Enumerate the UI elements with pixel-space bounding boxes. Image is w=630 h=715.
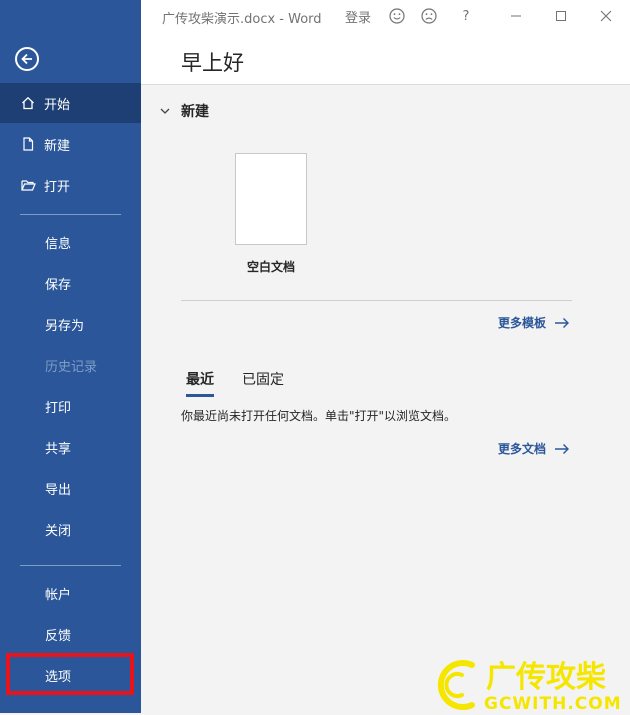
arrow-right-icon (554, 443, 570, 455)
sidebar-divider (20, 214, 121, 215)
more-templates-label: 更多模板 (498, 316, 547, 330)
empty-recent-message: 你最近尚未打开任何文档。单击"打开"以浏览文档。 (181, 409, 457, 423)
back-arrow-icon (21, 53, 32, 65)
section-divider (181, 300, 572, 301)
blank-document-thumbnail[interactable] (235, 153, 307, 245)
maximize-button[interactable] (541, 0, 581, 32)
close-icon (600, 10, 612, 22)
new-section-toggle[interactable]: 新建 (159, 101, 209, 121)
more-documents-link[interactable]: 更多文档 (498, 440, 570, 457)
sidebar-item-save-as[interactable]: 另存为 (0, 304, 141, 344)
new-section-title: 新建 (181, 104, 209, 120)
sidebar-item-label: 关闭 (45, 523, 72, 539)
sidebar-item-label: 信息 (45, 236, 72, 252)
sidebar-item-new[interactable]: 新建 (0, 124, 141, 164)
sidebar-item-feedback[interactable]: 反馈 (0, 614, 141, 654)
watermark-line2: GCWITH.COM (484, 694, 622, 711)
minimize-icon (511, 15, 521, 17)
sidebar-divider (20, 565, 121, 566)
sidebar-item-options[interactable]: 选项 (0, 655, 141, 695)
document-title: 广传攻柴演示.docx - Word (162, 12, 322, 27)
backstage-main: 新建 空白文档 更多模板 最近 已固定 你最近尚未打开任何文档。单击"打开"以浏… (141, 85, 630, 713)
greeting-title: 早上好 (181, 51, 244, 75)
sidebar-item-account[interactable]: 帐户 (0, 573, 141, 613)
blank-document-label: 空白文档 (246, 260, 295, 274)
sidebar-item-label: 打印 (45, 400, 72, 416)
tab-label: 最近 (186, 372, 214, 388)
sidebar-item-label: 另存为 (45, 318, 85, 334)
sidebar-item-export[interactable]: 导出 (0, 468, 141, 508)
frown-button[interactable] (417, 0, 441, 32)
sidebar-item-label: 开始 (44, 97, 71, 113)
back-button[interactable] (15, 47, 39, 71)
sidebar-item-label: 导出 (45, 482, 72, 498)
tab-label: 已固定 (242, 372, 284, 388)
help-icon: ? (462, 8, 470, 24)
chevron-down-icon (159, 105, 171, 117)
sidebar-item-label: 帐户 (45, 587, 72, 603)
sidebar-item-close[interactable]: 关闭 (0, 509, 141, 549)
sidebar-item-save[interactable]: 保存 (0, 263, 141, 303)
smile-icon (389, 8, 405, 24)
sidebar-item-home[interactable]: 开始 (0, 83, 141, 123)
frown-icon (421, 8, 437, 24)
smile-button[interactable] (385, 0, 409, 32)
backstage-sidebar: 开始 新建 打开 信息 保存 另存为 历史记录 打印 共享 导出 关闭 帐户 反… (0, 0, 141, 713)
title-bar: 广传攻柴演示.docx - Word 登录 ? (141, 0, 630, 32)
help-button[interactable]: ? (454, 0, 478, 32)
watermark-logo: 广传攻柴 GCWITH.COM (428, 655, 628, 714)
tab-recent[interactable]: 最近 (186, 369, 214, 397)
sidebar-item-print[interactable]: 打印 (0, 386, 141, 426)
sidebar-item-label: 打开 (44, 179, 71, 195)
more-documents-label: 更多文档 (498, 442, 547, 456)
sign-in-button[interactable]: 登录 (341, 0, 375, 32)
sidebar-item-label: 反馈 (45, 628, 72, 644)
sidebar-item-label: 保存 (45, 277, 72, 293)
close-window-button[interactable] (586, 0, 626, 32)
sidebar-item-label: 共享 (45, 441, 72, 457)
new-doc-icon (20, 136, 36, 152)
more-templates-link[interactable]: 更多模板 (498, 314, 570, 331)
sidebar-item-open[interactable]: 打开 (0, 165, 141, 205)
sidebar-item-share[interactable]: 共享 (0, 427, 141, 467)
sidebar-item-label: 选项 (45, 669, 72, 685)
folder-open-icon (20, 177, 36, 193)
sidebar-item-info[interactable]: 信息 (0, 222, 141, 262)
maximize-icon (556, 11, 566, 21)
sidebar-item-history: 历史记录 (0, 345, 141, 385)
sidebar-item-label: 新建 (44, 138, 71, 154)
watermark-line1: 广传攻柴 (486, 660, 606, 695)
home-icon (20, 95, 36, 111)
minimize-button[interactable] (496, 0, 536, 32)
page-header: 早上好 (141, 32, 630, 85)
tab-pinned[interactable]: 已固定 (242, 369, 284, 394)
sign-in-label: 登录 (344, 10, 371, 26)
sidebar-item-label: 历史记录 (45, 359, 98, 375)
arrow-right-icon (554, 317, 570, 329)
